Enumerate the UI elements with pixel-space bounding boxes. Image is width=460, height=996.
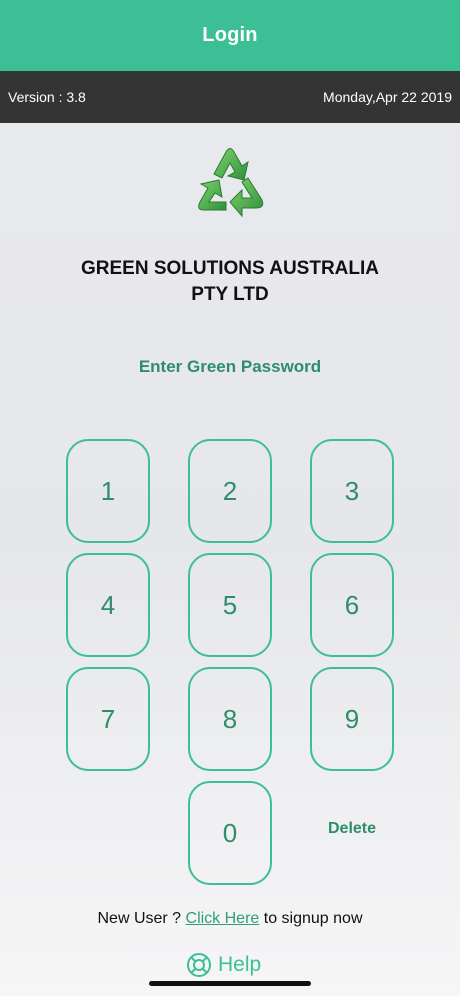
key-7[interactable]: 7	[66, 667, 150, 771]
page-title: Login	[202, 24, 258, 46]
lifebuoy-icon	[186, 952, 212, 978]
key-4[interactable]: 4	[66, 553, 150, 657]
key-8[interactable]: 8	[188, 667, 272, 771]
date-label: Monday,Apr 22 2019	[323, 89, 452, 105]
key-3[interactable]: 3	[310, 439, 394, 543]
signup-suffix: to signup now	[259, 910, 363, 927]
nav-bar: Login	[0, 0, 460, 71]
company-name-line2: PTY LTD	[191, 284, 269, 305]
company-name: GREEN SOLUTIONS AUSTRALIA PTY LTD	[0, 256, 460, 308]
company-name-line1: GREEN SOLUTIONS AUSTRALIA	[80, 258, 380, 279]
password-prompt: Enter Green Password	[138, 357, 322, 376]
version-label: Version : 3.8	[8, 89, 86, 105]
key-1[interactable]: 1	[66, 439, 150, 543]
info-bar: Version : 3.8 Monday,Apr 22 2019	[0, 71, 460, 123]
home-indicator	[149, 981, 311, 986]
signup-prefix: New User ?	[97, 910, 186, 927]
signup-link[interactable]: Click Here	[186, 910, 260, 927]
help-label: Help	[218, 953, 262, 976]
signup-row: New User ? Click Here to signup now	[0, 910, 460, 928]
recycle-icon	[192, 140, 268, 226]
key-9[interactable]: 9	[310, 667, 394, 771]
key-5[interactable]: 5	[188, 553, 272, 657]
key-2[interactable]: 2	[188, 439, 272, 543]
key-0[interactable]: 0	[188, 781, 272, 885]
key-6[interactable]: 6	[310, 553, 394, 657]
delete-button[interactable]: Delete	[310, 820, 394, 846]
help-button[interactable]: Help	[186, 949, 261, 981]
